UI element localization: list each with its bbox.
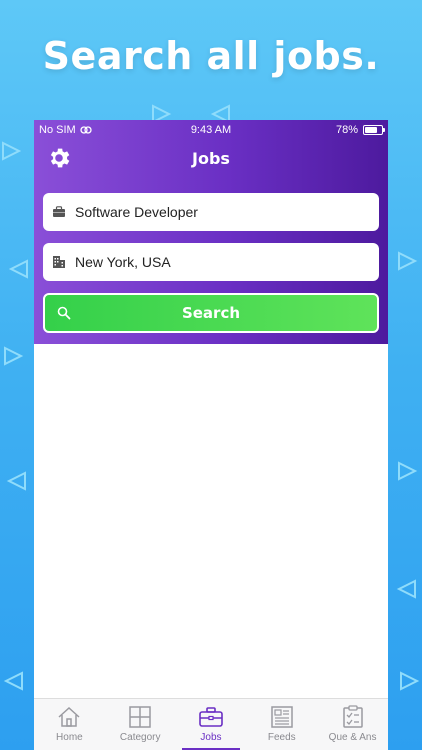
tab-bar: Home Category Jobs Feeds Que & Ans [34, 698, 388, 750]
location-input[interactable] [75, 254, 355, 270]
tab-home[interactable]: Home [34, 699, 105, 750]
newspaper-icon [271, 706, 293, 728]
tab-jobs[interactable]: Jobs [176, 699, 247, 750]
tab-label: Feeds [267, 732, 296, 743]
tab-label: Category [119, 732, 161, 743]
phone-screen: No SIM 9:43 AM 78% Jobs Software Develop… [34, 120, 388, 750]
results-area [34, 344, 388, 698]
building-icon [51, 254, 67, 270]
job-title-field[interactable] [43, 193, 379, 231]
tab-label: Jobs [200, 732, 222, 743]
tab-label: Home [56, 732, 83, 743]
jobs-header: No SIM 9:43 AM 78% Jobs Software Develop… [34, 120, 388, 344]
promo-headline: Search all jobs. [42, 34, 380, 78]
briefcase-icon [51, 204, 67, 220]
page-title: Jobs [192, 149, 230, 168]
tab-category[interactable]: Category [105, 699, 176, 750]
tab-que-ans[interactable]: Que & Ans [317, 699, 388, 750]
search-icon [57, 306, 71, 320]
status-bar: No SIM 9:43 AM 78% [34, 123, 388, 139]
nav-bar: Jobs [34, 144, 388, 174]
search-button[interactable]: Search [43, 293, 379, 333]
briefcase-icon [199, 707, 223, 727]
search-button-label: Search [181, 304, 241, 322]
tab-feeds[interactable]: Feeds [246, 699, 317, 750]
job-title-input[interactable] [75, 204, 355, 220]
battery-icon [363, 125, 385, 135]
status-time: 9:43 AM [190, 124, 232, 136]
checklist-icon [342, 705, 363, 728]
home-icon [58, 706, 80, 727]
location-field[interactable] [43, 243, 379, 281]
battery-percent: 78% [335, 124, 358, 136]
tab-label: Que & Ans [328, 732, 377, 743]
grid-icon [129, 706, 151, 728]
